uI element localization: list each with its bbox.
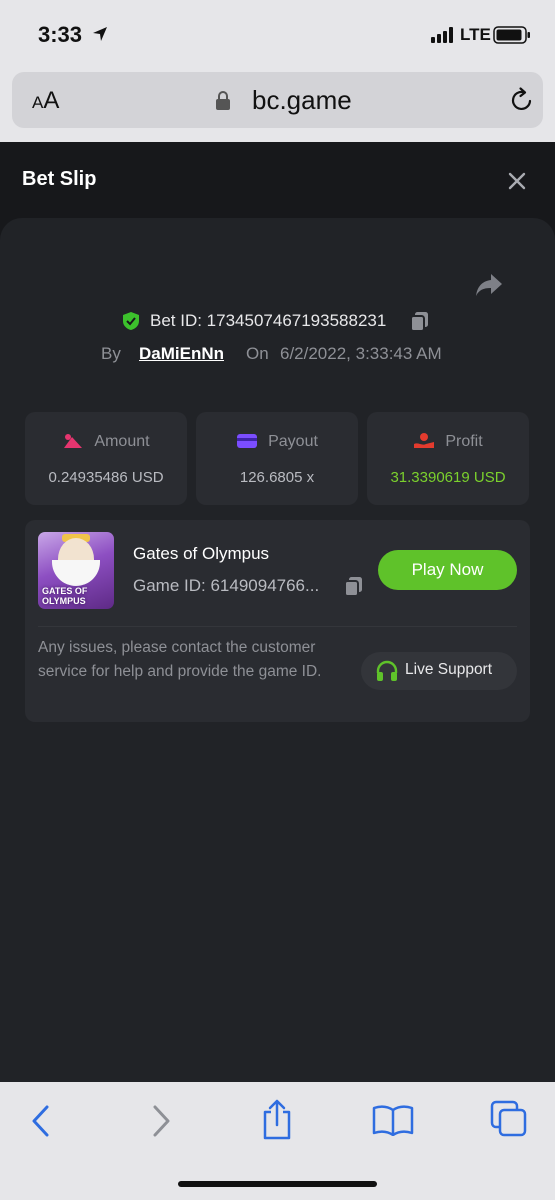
copy-game-id-icon[interactable] [343,575,365,597]
profit-stat: Profit 31.3390619 USD [367,412,529,505]
network-type: LTE [460,25,491,44]
support-notice: Any issues, please contact the customer … [38,639,322,680]
live-support-label: Live Support [405,661,493,678]
text-size-button[interactable]: AA [32,87,59,115]
bet-id: Bet ID: 1734507467193588231 [150,311,387,330]
battery-icon [493,26,530,44]
amount-value: 0.24935486 USD [48,469,164,486]
profit-icon [414,433,435,448]
tabs-icon[interactable] [490,1100,528,1138]
by-label: By [101,344,121,363]
close-icon[interactable] [507,171,527,191]
payout-value: 126.6805 x [239,469,315,486]
game-name: Gates of Olympus [133,544,270,563]
payout-stat: Payout 126.6805 x [196,412,358,505]
share-icon[interactable] [474,272,504,298]
amount-stat: Amount 0.24935486 USD [25,412,187,505]
bookmarks-icon[interactable] [372,1104,414,1136]
thumbnail-title: GATES OF OLYMPUS [42,586,88,606]
profit-label: Profit [445,433,483,450]
amount-icon [64,434,83,448]
profit-value: 31.3390619 USD [390,469,506,486]
headset-icon [376,660,398,681]
bettor-username-link[interactable]: DaMiEnNn [139,344,224,364]
bet-details-card: Bet ID: 1734507467193588231 By DaMiEnNn … [0,218,555,1082]
status-time: 3:33 [38,22,83,47]
game-id: Game ID: 6149094766... [133,576,320,595]
game-thumbnail[interactable]: GATES OF OLYMPUS [38,532,114,609]
back-chevron-icon[interactable] [30,1104,52,1138]
home-indicator [178,1181,377,1187]
payout-icon [237,434,258,448]
payout-label: Payout [268,433,318,450]
signal-icon [431,27,453,43]
lock-icon [216,91,230,110]
amount-label: Amount [94,433,150,450]
share-sheet-icon[interactable] [260,1098,294,1140]
verified-shield-icon [123,312,139,330]
reload-icon[interactable] [508,86,536,114]
modal-title: Bet Slip [22,168,97,190]
url-text: bc.game [252,85,352,115]
address-bar[interactable]: AA bc.game [12,72,543,128]
status-bar: 3:33 LTE [0,0,555,70]
bet-datetime: 6/2/2022, 3:33:43 AM [280,344,442,363]
copy-bet-id-icon[interactable] [409,310,431,332]
game-panel: GATES OF OLYMPUS Gates of Olympus Game I… [25,520,530,722]
divider [38,626,517,627]
bet-slip-modal: Bet Slip Bet ID: 1734507467193588231 By … [0,142,555,1082]
safari-address-area: AA bc.game [0,70,555,142]
location-arrow-icon [93,27,107,41]
play-now-button[interactable]: Play Now [378,550,517,590]
on-label: On [246,344,269,363]
live-support-button[interactable]: Live Support [361,652,517,690]
forward-chevron-icon[interactable] [150,1104,172,1138]
